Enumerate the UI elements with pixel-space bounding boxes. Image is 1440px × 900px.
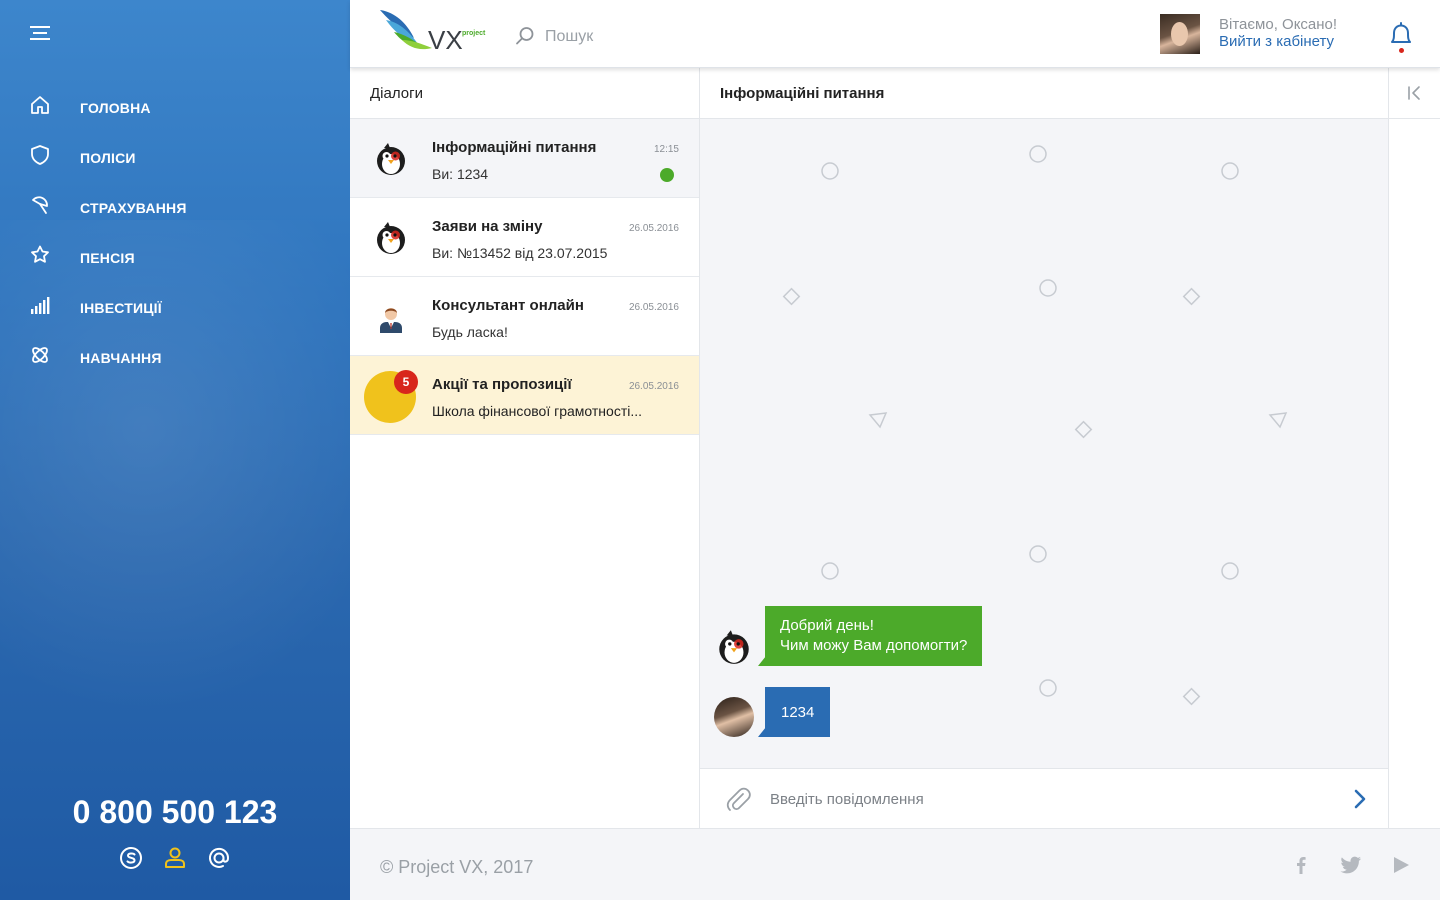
penguin-bot-avatar [372,218,410,256]
hotline-phone[interactable]: 0 800 500 123 [0,794,350,831]
logo-subtext: project [462,30,486,37]
dialog-preview: Школа фінансової грамотності... [432,403,643,419]
send-icon[interactable] [1348,787,1372,811]
dialog-preview: Будь ласка! [432,324,508,340]
user-avatar[interactable] [1160,14,1200,54]
user-message-avatar [714,697,754,737]
message-composer [700,768,1388,828]
search-input[interactable] [545,24,845,50]
sidebar-item-label: ПЕНСІЯ [80,250,135,266]
sidebar-item-label: НАВЧАННЯ [80,350,162,366]
message-input[interactable] [770,787,1330,811]
atom-icon [28,343,52,367]
logout-link[interactable]: Вийти з кабінету [1219,33,1334,50]
sidebar-item-education[interactable]: НАВЧАННЯ [0,330,350,380]
dialog-preview: Ви: №13452 від 23.07.2015 [432,245,608,261]
sidebar-item-label: ІНВЕСТИЦІЇ [80,300,162,316]
logo[interactable]: VX project [380,8,490,55]
sidebar-item-label: ГОЛОВНА [80,100,151,116]
unread-badge: 5 [394,370,418,394]
youtube-icon[interactable] [1387,851,1415,879]
chat-title: Інформаційні питання [700,68,1388,119]
footer: © Project VX, 2017 [350,828,1440,900]
chat-background-pattern [782,145,1288,706]
dialog-item[interactable]: Інформаційні питання Ви: 1234 12:15 [350,119,699,198]
outgoing-message: 1234 [714,687,831,737]
logo-text: VX [428,25,463,55]
dialog-time: 26.05.2016 [628,223,679,234]
sidebar-item-pension[interactable]: ПЕНСІЯ [0,230,350,280]
hamburger-icon[interactable] [30,26,50,42]
sidebar-item-home[interactable]: ГОЛОВНА [0,80,350,130]
greeting-text: Вітаємо, Оксано! [1219,16,1338,33]
consultant-avatar [372,297,410,335]
dialog-time: 26.05.2016 [628,381,679,392]
dialog-title: Заяви на зміну [432,218,543,235]
search-icon[interactable] [515,26,535,46]
collapse-panel-icon[interactable] [1405,83,1425,103]
copyright-text: © Project VX, 2017 [380,857,534,877]
right-panel [1388,68,1440,828]
sidebar-item-policies[interactable]: ПОЛІСИ [0,130,350,180]
incoming-message: Добрий день! Чим можу Вам допомогти? [714,606,983,666]
online-status-dot [660,168,674,182]
paperclip-icon[interactable] [724,785,752,813]
penguin-bot-avatar [372,139,410,177]
sidebar-item-insurance[interactable]: СТРАХУВАННЯ [0,180,350,230]
right-panel-head [1389,68,1440,119]
facebook-icon[interactable] [1287,851,1315,879]
person-icon[interactable] [161,844,189,872]
dialog-title: Акції та пропозиції [432,376,572,393]
sidebar: ГОЛОВНА ПОЛІСИ СТРАХУВАННЯ ПЕНСІЯ ІНВЕСТ… [0,0,350,900]
dialog-title: Інформаційні питання [432,139,597,156]
dialog-item[interactable]: Заяви на зміну Ви: №13452 від 23.07.2015… [350,198,699,277]
dialogs-panel: Діалоги Інформаційні питання Ви: 1234 12… [350,68,700,828]
dialogs-title: Діалоги [350,68,699,119]
dialog-item[interactable]: Консультант онлайн Будь ласка! 26.05.201… [350,277,699,356]
at-sign-icon[interactable] [205,844,233,872]
twitter-icon[interactable] [1337,851,1365,879]
chat-messages: Добрий день! Чим можу Вам допомогти? 123… [700,119,1388,768]
message-bubble: Добрий день! Чим можу Вам допомогти? [757,606,983,666]
chat-panel: Інформаційні питання Добрий день! Чим мо [700,68,1388,828]
home-icon [28,93,52,117]
message-text: 1234 [781,704,815,721]
message-text: Чим можу Вам допомогти? [780,637,968,654]
contact-icons [0,844,350,872]
message-text: Добрий день! [780,617,874,634]
umbrella-icon [28,193,52,217]
notifications-button[interactable] [1386,20,1416,56]
sidebar-item-label: ПОЛІСИ [80,150,136,166]
sidebar-item-investments[interactable]: ІНВЕСТИЦІЇ [0,280,350,330]
notification-dot [1399,48,1404,53]
dialog-time: 26.05.2016 [628,302,679,313]
shield-icon [28,143,52,167]
penguin-bot-avatar [714,626,754,666]
dialog-time: 12:15 [653,144,679,155]
skype-icon[interactable] [117,844,145,872]
sidebar-nav: ГОЛОВНА ПОЛІСИ СТРАХУВАННЯ ПЕНСІЯ ІНВЕСТ… [0,80,350,380]
star-icon [28,243,52,267]
message-bubble: 1234 [757,687,831,737]
dialog-title: Консультант онлайн [432,297,584,314]
top-header: VX project Вітаємо, Оксано! Вийти з кабі… [350,0,1440,68]
bar-chart-icon [28,293,52,317]
dialog-preview: Ви: 1234 [432,166,489,182]
dialog-item[interactable]: 5 Акції та пропозиції Школа фінансової г… [350,356,699,435]
sidebar-item-label: СТРАХУВАННЯ [80,200,187,216]
